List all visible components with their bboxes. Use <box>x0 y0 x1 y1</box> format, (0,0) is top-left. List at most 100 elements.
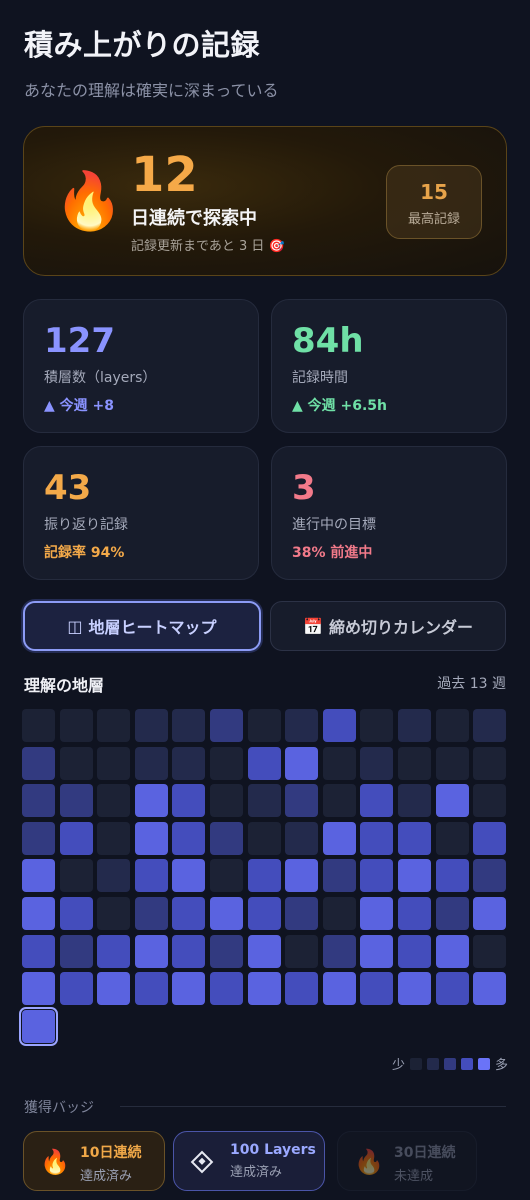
heatmap-cell[interactable] <box>473 709 506 742</box>
heatmap-cell[interactable] <box>135 747 168 780</box>
heatmap-cell[interactable] <box>97 784 130 817</box>
heatmap-cell[interactable] <box>210 897 243 930</box>
heatmap-cell[interactable] <box>323 709 356 742</box>
heatmap-cell[interactable] <box>360 859 393 892</box>
heatmap-cell[interactable] <box>473 972 506 1005</box>
heatmap-cell[interactable] <box>60 784 93 817</box>
heatmap-cell[interactable] <box>285 859 318 892</box>
heatmap-cell[interactable] <box>436 747 469 780</box>
heatmap-cell[interactable] <box>172 747 205 780</box>
heatmap-cell[interactable] <box>97 972 130 1005</box>
heatmap-cell[interactable] <box>436 784 469 817</box>
stat-card-goals[interactable]: 3 進行中の目標 38% 前進中 <box>271 446 507 580</box>
heatmap-cell[interactable] <box>22 859 55 892</box>
heatmap-cell[interactable] <box>473 747 506 780</box>
heatmap-cell[interactable] <box>97 822 130 855</box>
heatmap-cell[interactable] <box>22 784 55 817</box>
heatmap-cell[interactable] <box>398 897 431 930</box>
heatmap-cell[interactable] <box>172 972 205 1005</box>
heatmap-cell[interactable] <box>135 859 168 892</box>
heatmap-cell[interactable] <box>360 784 393 817</box>
heatmap-cell[interactable] <box>436 859 469 892</box>
heatmap-cell[interactable] <box>248 709 281 742</box>
heatmap-cell[interactable] <box>210 859 243 892</box>
heatmap-cell[interactable] <box>398 859 431 892</box>
heatmap-cell-today[interactable] <box>19 1007 58 1046</box>
heatmap-cell[interactable] <box>22 709 55 742</box>
heatmap-cell[interactable] <box>210 784 243 817</box>
heatmap-cell[interactable] <box>60 822 93 855</box>
heatmap-cell[interactable] <box>473 822 506 855</box>
heatmap-cell[interactable] <box>210 747 243 780</box>
heatmap-cell[interactable] <box>473 897 506 930</box>
heatmap-cell[interactable] <box>22 747 55 780</box>
heatmap-cell[interactable] <box>436 972 469 1005</box>
heatmap-cell[interactable] <box>360 897 393 930</box>
heatmap-cell[interactable] <box>398 784 431 817</box>
heatmap-cell[interactable] <box>473 935 506 968</box>
heatmap-cell[interactable] <box>172 709 205 742</box>
heatmap-cell[interactable] <box>248 822 281 855</box>
heatmap-cell[interactable] <box>97 709 130 742</box>
heatmap-cell[interactable] <box>360 709 393 742</box>
heatmap-cell[interactable] <box>398 747 431 780</box>
heatmap-cell[interactable] <box>22 822 55 855</box>
heatmap-cell[interactable] <box>172 935 205 968</box>
heatmap-cell[interactable] <box>135 935 168 968</box>
heatmap-cell[interactable] <box>360 935 393 968</box>
heatmap-cell[interactable] <box>210 709 243 742</box>
heatmap-cell[interactable] <box>285 709 318 742</box>
heatmap-cell[interactable] <box>248 935 281 968</box>
heatmap-cell[interactable] <box>97 935 130 968</box>
heatmap-cell[interactable] <box>210 935 243 968</box>
heatmap-cell[interactable] <box>60 897 93 930</box>
heatmap-cell[interactable] <box>473 784 506 817</box>
heatmap-cell[interactable] <box>323 784 356 817</box>
heatmap-cell[interactable] <box>323 897 356 930</box>
heatmap-cell[interactable] <box>436 709 469 742</box>
heatmap-cell[interactable] <box>436 822 469 855</box>
stat-card-layers[interactable]: 127 積層数（layers） ▲ 今週 +8 <box>23 299 259 433</box>
heatmap-cell[interactable] <box>22 972 55 1005</box>
heatmap-cell[interactable] <box>285 747 318 780</box>
stat-card-hours[interactable]: 84h 記録時間 ▲ 今週 +6.5h <box>271 299 507 433</box>
heatmap-cell[interactable] <box>135 972 168 1005</box>
heatmap-cell[interactable] <box>97 859 130 892</box>
heatmap-cell[interactable] <box>248 784 281 817</box>
heatmap-cell[interactable] <box>97 747 130 780</box>
badge-10-day-streak[interactable]: 🔥 10日連続 達成済み <box>23 1131 165 1191</box>
heatmap-cell[interactable] <box>60 972 93 1005</box>
heatmap-cell[interactable] <box>172 859 205 892</box>
heatmap-cell[interactable] <box>323 747 356 780</box>
heatmap-cell[interactable] <box>210 822 243 855</box>
heatmap-cell[interactable] <box>60 709 93 742</box>
heatmap-cell[interactable] <box>210 972 243 1005</box>
tab-calendar[interactable]: 📅 締め切りカレンダー <box>270 601 506 651</box>
heatmap-cell[interactable] <box>172 784 205 817</box>
heatmap-cell[interactable] <box>248 859 281 892</box>
heatmap-cell[interactable] <box>285 935 318 968</box>
badge-30-day-streak[interactable]: 🔥 30日連続 未達成 <box>337 1131 477 1191</box>
heatmap-cell[interactable] <box>398 972 431 1005</box>
heatmap-cell[interactable] <box>360 822 393 855</box>
heatmap-cell[interactable] <box>97 897 130 930</box>
heatmap-cell[interactable] <box>285 897 318 930</box>
heatmap-cell[interactable] <box>398 935 431 968</box>
heatmap-cell[interactable] <box>248 972 281 1005</box>
heatmap-cell[interactable] <box>60 747 93 780</box>
heatmap-cell[interactable] <box>285 822 318 855</box>
heatmap-cell[interactable] <box>135 897 168 930</box>
heatmap-cell[interactable] <box>248 897 281 930</box>
heatmap-cell[interactable] <box>285 784 318 817</box>
heatmap-cell[interactable] <box>172 897 205 930</box>
heatmap-cell[interactable] <box>172 822 205 855</box>
heatmap-cell[interactable] <box>398 709 431 742</box>
heatmap-cell[interactable] <box>360 972 393 1005</box>
heatmap-cell[interactable] <box>60 935 93 968</box>
badge-100-layers[interactable]: 100 Layers 達成済み <box>173 1131 325 1191</box>
heatmap-cell[interactable] <box>323 972 356 1005</box>
heatmap-cell[interactable] <box>323 859 356 892</box>
heatmap-cell[interactable] <box>323 822 356 855</box>
heatmap-cell[interactable] <box>22 897 55 930</box>
heatmap-cell[interactable] <box>60 859 93 892</box>
